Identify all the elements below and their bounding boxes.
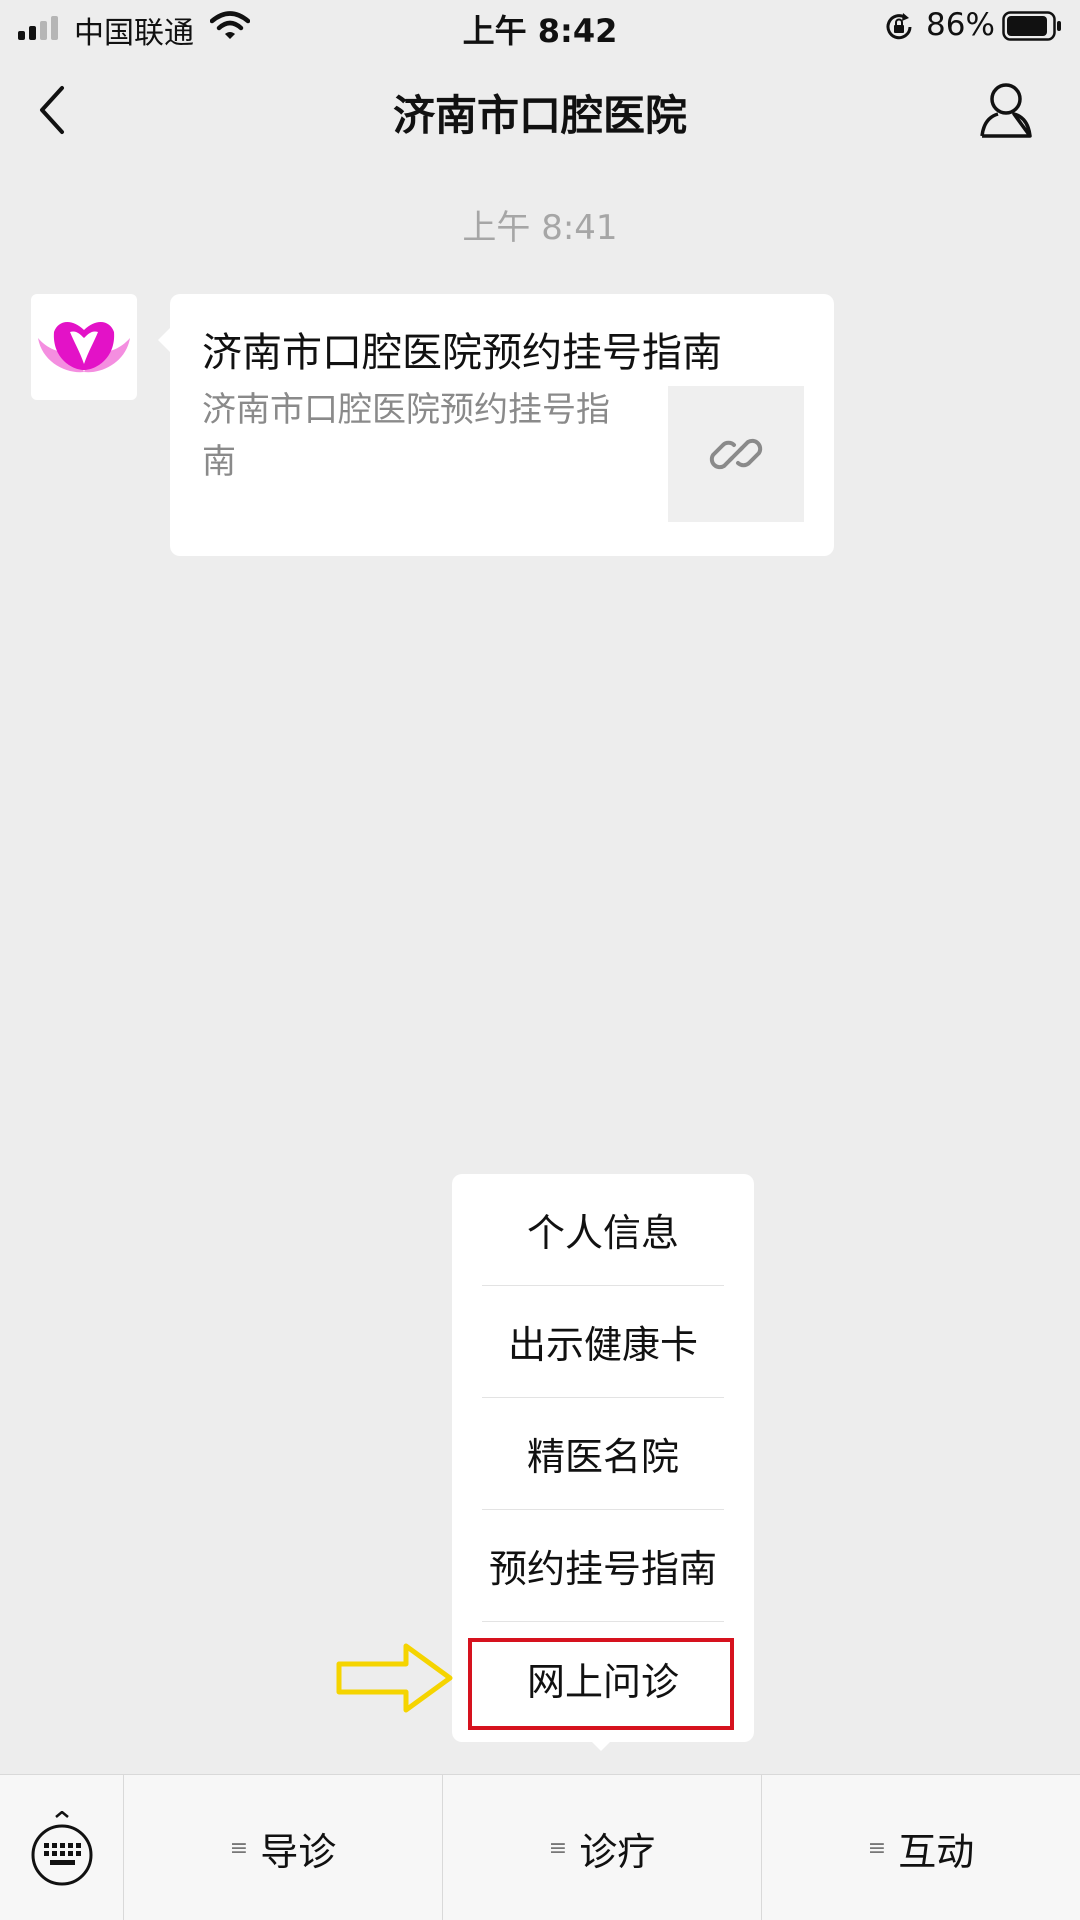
status-time: 上午 8:42 (462, 12, 618, 50)
tab-label: 互动 (898, 1829, 975, 1874)
screen: 中国联通 上午 8:42 86% 济南市口腔医院 上午 8:41 济南市口腔医院… (0, 0, 1080, 1920)
hospital-logo-icon (38, 321, 130, 373)
link-thumbnail (668, 386, 804, 522)
rotation-lock-icon (886, 13, 912, 40)
popup-tail (590, 1740, 612, 1751)
tab-guide[interactable]: ≡ 导诊 (124, 1775, 443, 1920)
menu-list-icon: ≡ (229, 1835, 249, 1861)
menu-item-health-card[interactable]: 出示健康卡 (482, 1286, 724, 1398)
battery-percent: 86% (926, 7, 995, 43)
arrow-pointer-icon (336, 1643, 453, 1713)
menu-item-famous-hospital[interactable]: 精医名院 (482, 1398, 724, 1510)
tab-interaction[interactable]: ≡ 互动 (762, 1775, 1080, 1920)
menu-item-appointment-guide[interactable]: 预约挂号指南 (482, 1510, 724, 1622)
tab-label: 导诊 (260, 1829, 337, 1874)
card-title: 济南市口腔医院预约挂号指南 (202, 330, 722, 376)
nav-bar: 济南市口腔医院 (0, 56, 1080, 166)
chat-timestamp: 上午 8:41 (462, 208, 618, 248)
menu-item-personal-info[interactable]: 个人信息 (482, 1174, 724, 1286)
keyboard-icon (31, 1811, 93, 1886)
card-description: 济南市口腔医院预约挂号指南 (202, 390, 610, 482)
profile-icon[interactable] (978, 80, 1034, 140)
keyboard-toggle-button[interactable] (0, 1775, 124, 1920)
menu-list-icon: ≡ (867, 1835, 887, 1861)
tab-label: 诊疗 (579, 1829, 656, 1874)
highlight-box (468, 1638, 734, 1730)
page-title: 济南市口腔医院 (392, 91, 687, 140)
link-card-message[interactable]: 济南市口腔医院预约挂号指南 济南市口腔医院预约挂号指南 (170, 294, 834, 556)
status-bar: 中国联通 上午 8:42 86% (0, 0, 1080, 56)
battery-icon (1002, 11, 1061, 41)
menu-list-icon: ≡ (548, 1835, 568, 1861)
hospital-avatar[interactable] (31, 294, 137, 400)
link-icon (709, 438, 763, 470)
tab-treatment[interactable]: ≡ 诊疗 (443, 1775, 762, 1920)
bubble-tail (158, 328, 170, 352)
bottom-menu-bar: ≡ 导诊 ≡ 诊疗 ≡ 互动 (0, 1774, 1080, 1920)
